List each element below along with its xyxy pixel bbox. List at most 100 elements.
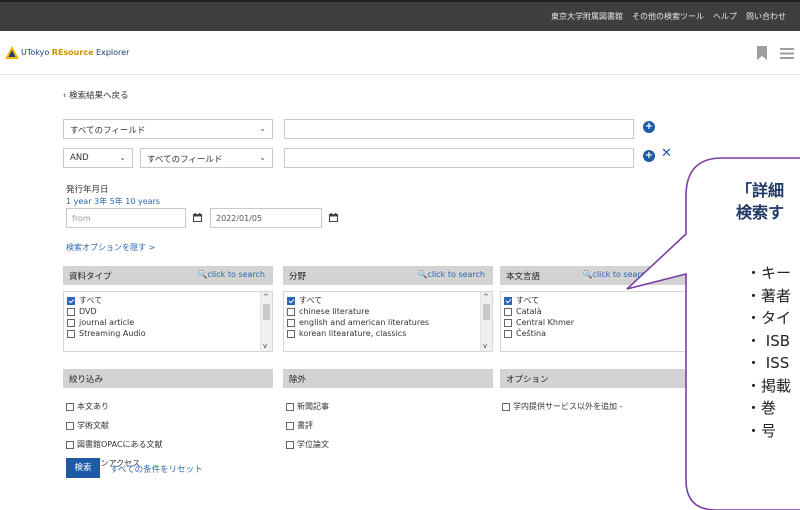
chevron-down-icon: ⌄ (119, 153, 126, 162)
chevron-down-icon: ⌄ (259, 153, 266, 162)
top-link-library[interactable]: 東京大学附属図書館 (551, 11, 623, 22)
checkbox[interactable] (287, 307, 295, 316)
exclude-theses[interactable]: 学位論文 (286, 439, 329, 450)
top-link-contact[interactable]: 問い合わせ (746, 11, 786, 22)
list-item[interactable]: すべて (64, 295, 272, 306)
menu-icon[interactable] (780, 48, 794, 59)
add-row-icon[interactable]: + (643, 150, 655, 162)
checkbox[interactable] (67, 329, 75, 338)
panel-header-field: 分野 🔍click to search (283, 266, 493, 285)
panel-header-narrow: 絞り込み (63, 369, 273, 388)
calendar-icon[interactable] (193, 213, 202, 222)
checkbox[interactable] (502, 402, 510, 411)
chevron-down-icon[interactable]: v (263, 342, 267, 350)
listbox-material-type[interactable]: すべて DVD journal article Streaming Audio … (63, 291, 273, 352)
date-quick-ranges[interactable]: 1 year 3年 5年 10 years (66, 196, 160, 207)
checkbox[interactable] (504, 318, 512, 327)
panel-title: 資料タイプ (69, 272, 112, 282)
brand-name[interactable]: UTokyo REsource Explorer (21, 48, 129, 57)
scrollbar[interactable]: ^ v (480, 292, 492, 351)
scrollbar[interactable]: ^ v (260, 292, 272, 351)
checkbox[interactable] (67, 307, 75, 316)
list-item[interactable]: korean litearature, classics (284, 328, 492, 339)
listbox-field[interactable]: すべて chinese literature english and ameri… (283, 291, 493, 352)
panel-header-option: オプション (500, 369, 710, 388)
panel-header-exclude: 除外 (283, 369, 493, 388)
checkbox[interactable] (67, 318, 75, 327)
chevron-up-icon[interactable]: ^ (263, 293, 269, 301)
chevron-down-icon: ⌄ (259, 124, 266, 133)
checkbox[interactable] (66, 402, 74, 411)
list-item[interactable]: journal article (64, 317, 272, 328)
exclude-reviews[interactable]: 書評 (286, 420, 313, 431)
panel-header-language: 本文言語 🔍click to search (500, 266, 710, 285)
checkbox[interactable] (287, 296, 295, 305)
callout-heading: 「詳細 検索す (736, 181, 785, 222)
top-bar: 東京大学附属図書館 その他の検索ツール ヘルプ 問い合わせ (0, 0, 800, 31)
chevron-up-icon[interactable]: ^ (483, 293, 489, 301)
operator-value: AND (70, 153, 89, 163)
checkbox[interactable] (66, 421, 74, 430)
search-icon: 🔍 (582, 270, 593, 279)
remove-row-icon[interactable]: ✕ (661, 146, 672, 161)
filter-fulltext[interactable]: 本文あり (66, 401, 109, 412)
list-item[interactable]: Čeština (501, 328, 709, 339)
reset-conditions-link[interactable]: すべての条件をリセット (110, 463, 203, 475)
callout-item: ・巻 (746, 399, 777, 417)
logo-icon[interactable] (4, 45, 20, 61)
checkbox[interactable] (286, 440, 294, 449)
checkbox[interactable] (287, 318, 295, 327)
listbox-language[interactable]: すべて Català Central Khmer Čeština (500, 291, 710, 352)
bookmark-icon[interactable] (757, 46, 767, 60)
option-add-external[interactable]: 学内提供サービス以外を追加 - (502, 401, 622, 412)
click-to-search-link[interactable]: 🔍click to search (197, 270, 265, 279)
checkbox[interactable] (504, 329, 512, 338)
click-to-search-link[interactable]: 🔍click to search (417, 270, 485, 279)
checkbox[interactable] (504, 307, 512, 316)
search-icon: 🔍 (417, 270, 428, 279)
operator-select[interactable]: AND ⌄ (63, 148, 133, 168)
date-to-input[interactable]: 2022/01/05 (210, 208, 322, 228)
chevron-down-icon[interactable]: v (483, 342, 487, 350)
field-select-1[interactable]: すべてのフィールド ⌄ (63, 119, 273, 139)
list-item[interactable]: Streaming Audio (64, 328, 272, 339)
panel-header-material-type: 資料タイプ 🔍click to search (63, 266, 273, 285)
click-to-search-link[interactable]: 🔍click to search (582, 270, 650, 279)
calendar-icon[interactable] (329, 213, 338, 222)
add-row-icon[interactable]: + (643, 121, 655, 133)
search-input-2[interactable] (284, 148, 634, 168)
filter-opac[interactable]: 図書館OPACにある文献 (66, 439, 163, 450)
callout-item: ・ ISB (746, 331, 791, 350)
exclude-newspaper[interactable]: 新聞記事 (286, 401, 329, 412)
search-button[interactable]: 検索 (66, 458, 100, 478)
top-link-help[interactable]: ヘルプ (713, 11, 737, 22)
field-select-2[interactable]: すべてのフィールド ⌄ (140, 148, 273, 168)
hide-options-link[interactable]: 検索オプションを隠す > (66, 242, 155, 253)
callout-list: ・キー ・著者 ・タイ ・ ISB ・ ISS ・掲載 ・巻 ・号 (746, 262, 791, 442)
callout-item: ・ ISS (746, 354, 790, 372)
list-item[interactable]: Central Khmer (501, 317, 709, 328)
list-item[interactable]: すべて (284, 295, 492, 306)
filter-academic[interactable]: 学術文献 (66, 420, 109, 431)
top-link-other-tools[interactable]: その他の検索ツール (632, 11, 704, 22)
callout-item: ・掲載 (746, 376, 792, 395)
checkbox[interactable] (286, 402, 294, 411)
list-item[interactable]: すべて (501, 295, 709, 306)
checkbox[interactable] (287, 329, 295, 338)
checkbox[interactable] (67, 296, 75, 305)
list-item[interactable]: chinese literature (284, 306, 492, 317)
date-label: 発行年月日 (66, 185, 109, 195)
checkbox[interactable] (66, 440, 74, 449)
callout-item: ・著者 (746, 286, 792, 305)
list-item[interactable]: DVD (64, 306, 272, 317)
back-to-results-link[interactable]: ‹ 検索結果へ戻る (63, 89, 129, 101)
callout-item: ・号 (746, 421, 777, 440)
list-item[interactable]: Català (501, 306, 709, 317)
checkbox[interactable] (286, 421, 294, 430)
date-from-input[interactable]: from (66, 208, 186, 228)
panel-title: 分野 (289, 272, 307, 282)
top-links: 東京大学附属図書館 その他の検索ツール ヘルプ 問い合わせ (551, 11, 786, 22)
list-item[interactable]: english and american literatures (284, 317, 492, 328)
checkbox[interactable] (504, 296, 512, 305)
search-input-1[interactable] (284, 119, 634, 139)
